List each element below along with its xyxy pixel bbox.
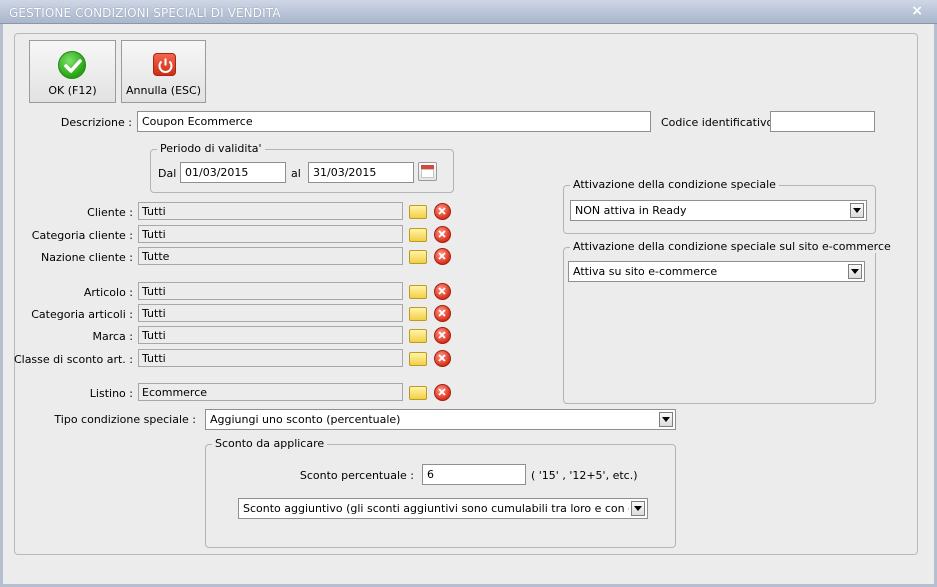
sconto-group: Sconto da applicare [205, 437, 676, 548]
folder-icon[interactable] [409, 303, 429, 323]
folder-icon[interactable] [409, 224, 429, 244]
periodo-title: Periodo di validita' [157, 142, 265, 155]
classe-sconto-label: Classe di sconto art. : [13, 353, 133, 366]
attivazione-ecommerce-value: Attiva su sito e-commerce [573, 265, 718, 278]
descrizione-input[interactable]: Coupon Ecommerce [137, 111, 651, 132]
sconto-title: Sconto da applicare [212, 437, 328, 450]
ok-button[interactable]: OK (F12) [29, 40, 116, 103]
articolo-label: Articolo : [83, 286, 133, 299]
title-bar: GESTIONE CONDIZIONI SPECIALI DI VENDITA … [0, 0, 937, 24]
al-date-input[interactable]: 31/03/2015 [308, 162, 414, 183]
delete-icon[interactable] [434, 247, 454, 267]
calendar-icon[interactable] [418, 162, 437, 181]
delete-icon[interactable] [434, 326, 454, 346]
folder-icon[interactable] [409, 325, 429, 345]
delete-icon[interactable] [434, 349, 454, 369]
folder-icon[interactable] [409, 201, 429, 221]
articolo-field[interactable]: Tutti [138, 282, 403, 300]
codice-input[interactable] [770, 111, 875, 132]
categoria-articoli-label: Categoria articoli : [31, 308, 133, 321]
folder-icon[interactable] [409, 348, 429, 368]
sconto-percentuale-input[interactable]: 6 [422, 464, 526, 485]
sconto-percentuale-label: Sconto percentuale : [299, 469, 414, 482]
window-title: GESTIONE CONDIZIONI SPECIALI DI VENDITA [9, 6, 281, 20]
descrizione-label: Descrizione : [60, 116, 132, 129]
cancel-button-label: Annulla (ESC) [126, 84, 201, 97]
marca-label: Marca : [92, 330, 133, 343]
attivazione-ecommerce-select[interactable]: Attiva su sito e-commerce [568, 261, 865, 282]
chevron-down-icon[interactable] [848, 264, 862, 279]
al-label: al [291, 167, 301, 180]
attivazione-select[interactable]: NON attiva in Ready [570, 200, 867, 221]
categoria-articoli-field[interactable]: Tutti [138, 304, 403, 322]
sconto-hint: ( '15' , '12+5', etc.) [531, 469, 638, 482]
chevron-down-icon[interactable] [631, 501, 645, 516]
sconto-mode-select[interactable]: Sconto aggiuntivo (gli sconti aggiuntivi… [238, 498, 648, 519]
close-icon[interactable]: × [911, 3, 923, 19]
listino-field[interactable]: Ecommerce [138, 383, 403, 401]
tipo-label: Tipo condizione speciale : [54, 413, 196, 426]
power-icon [153, 53, 176, 76]
nazione-cliente-field[interactable]: Tutte [138, 247, 403, 265]
categoria-cliente-field[interactable]: Tutti [138, 225, 403, 243]
ok-button-label: OK (F12) [48, 84, 97, 97]
sconto-mode-value: Sconto aggiuntivo (gli sconti aggiuntivi… [243, 502, 629, 515]
checkmark-icon [58, 51, 86, 79]
folder-icon[interactable] [409, 246, 429, 266]
attivazione-value: NON attiva in Ready [575, 204, 687, 217]
delete-icon[interactable] [434, 225, 454, 245]
dal-date-input[interactable]: 01/03/2015 [180, 162, 286, 183]
chevron-down-icon[interactable] [850, 203, 864, 218]
attivazione-ecommerce-title: Attivazione della condizione speciale su… [570, 240, 894, 253]
cliente-field[interactable]: Tutti [138, 202, 403, 220]
folder-icon[interactable] [409, 382, 429, 402]
delete-icon[interactable] [434, 304, 454, 324]
tipo-value: Aggiungi uno sconto (percentuale) [210, 413, 401, 426]
codice-label: Codice identificativo : [661, 116, 781, 129]
folder-icon[interactable] [409, 281, 429, 301]
nazione-cliente-label: Nazione cliente : [41, 251, 133, 264]
listino-label: Listino : [89, 387, 133, 400]
chevron-down-icon[interactable] [659, 412, 673, 427]
tipo-select[interactable]: Aggiungi uno sconto (percentuale) [205, 409, 676, 430]
categoria-cliente-label: Categoria cliente : [31, 229, 133, 242]
delete-icon[interactable] [434, 282, 454, 302]
dal-label: Dal [158, 167, 177, 180]
delete-icon[interactable] [434, 383, 454, 403]
marca-field[interactable]: Tutti [138, 326, 403, 344]
attivazione-title: Attivazione della condizione speciale [570, 178, 779, 191]
cancel-button[interactable]: Annulla (ESC) [121, 40, 206, 103]
delete-icon[interactable] [434, 202, 454, 222]
classe-sconto-field[interactable]: Tutti [138, 349, 403, 367]
cliente-label: Cliente : [87, 206, 133, 219]
